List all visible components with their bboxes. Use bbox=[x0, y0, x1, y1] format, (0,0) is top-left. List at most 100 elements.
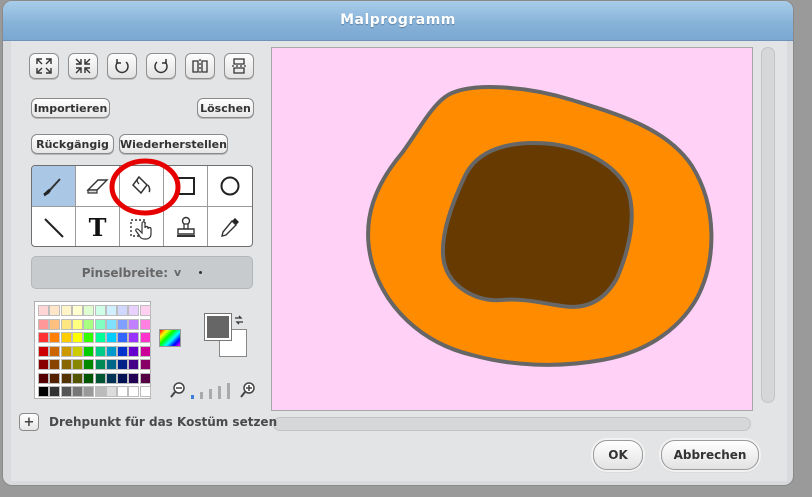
palette-swatch[interactable] bbox=[105, 359, 117, 370]
palette-swatch[interactable] bbox=[38, 372, 49, 384]
palette-swatch[interactable] bbox=[105, 305, 117, 316]
clear-button[interactable]: Löschen bbox=[197, 98, 254, 118]
palette-swatch[interactable] bbox=[117, 386, 129, 397]
ok-button[interactable]: OK bbox=[593, 440, 643, 470]
palette-swatch[interactable] bbox=[128, 318, 140, 330]
palette-swatch[interactable] bbox=[128, 345, 140, 357]
undo-button[interactable]: Rückgängig bbox=[31, 134, 114, 154]
rotate-left-icon[interactable] bbox=[107, 53, 137, 79]
palette-swatch[interactable] bbox=[60, 305, 72, 316]
zoom-levels[interactable] bbox=[191, 383, 237, 399]
redo-button[interactable]: Wiederherstellen bbox=[119, 134, 228, 154]
palette-swatch[interactable] bbox=[83, 305, 95, 316]
palette-swatch[interactable] bbox=[71, 318, 83, 330]
palette-swatch[interactable] bbox=[60, 345, 72, 357]
palette-swatch[interactable] bbox=[60, 386, 72, 397]
palette-swatch[interactable] bbox=[139, 386, 151, 397]
palette-swatch[interactable] bbox=[139, 318, 151, 330]
zoom-level[interactable] bbox=[191, 395, 194, 399]
eyedropper-tool[interactable] bbox=[208, 207, 252, 246]
palette-swatch[interactable] bbox=[128, 359, 140, 370]
paintbrush-tool[interactable] bbox=[32, 166, 76, 207]
palette-swatch[interactable] bbox=[71, 359, 83, 370]
palette-swatch[interactable] bbox=[71, 305, 83, 316]
palette-swatch[interactable] bbox=[128, 372, 140, 384]
palette-swatch[interactable] bbox=[128, 332, 140, 343]
color-picker-icon[interactable] bbox=[159, 329, 181, 347]
title-bar[interactable]: Malprogramm bbox=[3, 1, 793, 41]
palette-swatch[interactable] bbox=[49, 372, 61, 384]
palette-swatch[interactable] bbox=[83, 386, 95, 397]
rotate-right-icon[interactable] bbox=[146, 53, 176, 79]
palette-swatch[interactable] bbox=[94, 386, 106, 397]
palette-swatch[interactable] bbox=[105, 372, 117, 384]
palette-swatch[interactable] bbox=[49, 318, 61, 330]
palette-swatch[interactable] bbox=[71, 386, 83, 397]
palette-swatch[interactable] bbox=[117, 372, 129, 384]
palette-swatch[interactable] bbox=[38, 386, 49, 397]
palette-swatch[interactable] bbox=[38, 305, 49, 316]
palette-swatch[interactable] bbox=[94, 359, 106, 370]
palette-swatch[interactable] bbox=[139, 332, 151, 343]
palette-swatch[interactable] bbox=[105, 318, 117, 330]
palette-swatch[interactable] bbox=[117, 332, 129, 343]
palette-swatch[interactable] bbox=[94, 332, 106, 343]
grow-icon[interactable] bbox=[29, 53, 59, 79]
palette-swatch[interactable] bbox=[94, 318, 106, 330]
palette-swatch[interactable] bbox=[38, 345, 49, 357]
flip-vertical-icon[interactable] bbox=[224, 53, 254, 79]
horizontal-scrollbar[interactable] bbox=[273, 417, 751, 431]
palette-swatch[interactable] bbox=[139, 372, 151, 384]
palette-swatch[interactable] bbox=[38, 318, 49, 330]
palette-swatch[interactable] bbox=[60, 372, 72, 384]
palette-swatch[interactable] bbox=[117, 345, 129, 357]
import-button[interactable]: Importieren bbox=[31, 98, 110, 118]
zoom-level[interactable] bbox=[227, 383, 230, 399]
palette-swatch[interactable] bbox=[83, 359, 95, 370]
palette-swatch[interactable] bbox=[49, 332, 61, 343]
palette-swatch[interactable] bbox=[60, 332, 72, 343]
palette-swatch[interactable] bbox=[94, 305, 106, 316]
palette-swatch[interactable] bbox=[83, 318, 95, 330]
zoom-level[interactable] bbox=[218, 386, 221, 399]
palette-swatch[interactable] bbox=[49, 305, 61, 316]
palette-swatch[interactable] bbox=[105, 332, 117, 343]
palette-swatch[interactable] bbox=[83, 345, 95, 357]
cancel-button[interactable]: Abbrechen bbox=[661, 440, 759, 470]
palette-swatch[interactable] bbox=[128, 305, 140, 316]
palette-swatch[interactable] bbox=[105, 345, 117, 357]
palette-swatch[interactable] bbox=[60, 318, 72, 330]
zoom-level[interactable] bbox=[209, 389, 212, 399]
swap-colors-icon[interactable] bbox=[233, 314, 245, 326]
palette-swatch[interactable] bbox=[71, 332, 83, 343]
palette-swatch[interactable] bbox=[139, 345, 151, 357]
palette-swatch[interactable] bbox=[139, 359, 151, 370]
palette-swatch[interactable] bbox=[94, 345, 106, 357]
palette-swatch[interactable] bbox=[128, 386, 140, 397]
palette-swatch[interactable] bbox=[105, 386, 117, 397]
palette-swatch[interactable] bbox=[117, 359, 129, 370]
palette-swatch[interactable] bbox=[139, 305, 151, 316]
palette-swatch[interactable] bbox=[83, 372, 95, 384]
palette-swatch[interactable] bbox=[49, 359, 61, 370]
zoom-out-icon[interactable] bbox=[169, 381, 187, 399]
brush-width-selector[interactable]: Pinselbreite: v bbox=[31, 256, 253, 289]
palette-swatch[interactable] bbox=[71, 345, 83, 357]
palette-swatch[interactable] bbox=[38, 359, 49, 370]
shrink-icon[interactable] bbox=[68, 53, 98, 79]
zoom-in-icon[interactable] bbox=[239, 381, 257, 399]
palette-swatch[interactable] bbox=[60, 359, 72, 370]
palette-swatch[interactable] bbox=[117, 305, 129, 316]
line-tool[interactable] bbox=[32, 207, 76, 246]
vertical-scrollbar[interactable] bbox=[761, 47, 775, 403]
palette-swatch[interactable] bbox=[94, 372, 106, 384]
flip-horizontal-icon[interactable] bbox=[185, 53, 215, 79]
palette-swatch[interactable] bbox=[49, 386, 61, 397]
palette-swatch[interactable] bbox=[71, 372, 83, 384]
palette-swatch[interactable] bbox=[83, 332, 95, 343]
palette-swatch[interactable] bbox=[117, 318, 129, 330]
drawing-canvas[interactable] bbox=[271, 47, 753, 411]
palette-swatch[interactable] bbox=[38, 332, 49, 343]
palette-swatch[interactable] bbox=[49, 345, 61, 357]
zoom-level[interactable] bbox=[200, 392, 203, 399]
